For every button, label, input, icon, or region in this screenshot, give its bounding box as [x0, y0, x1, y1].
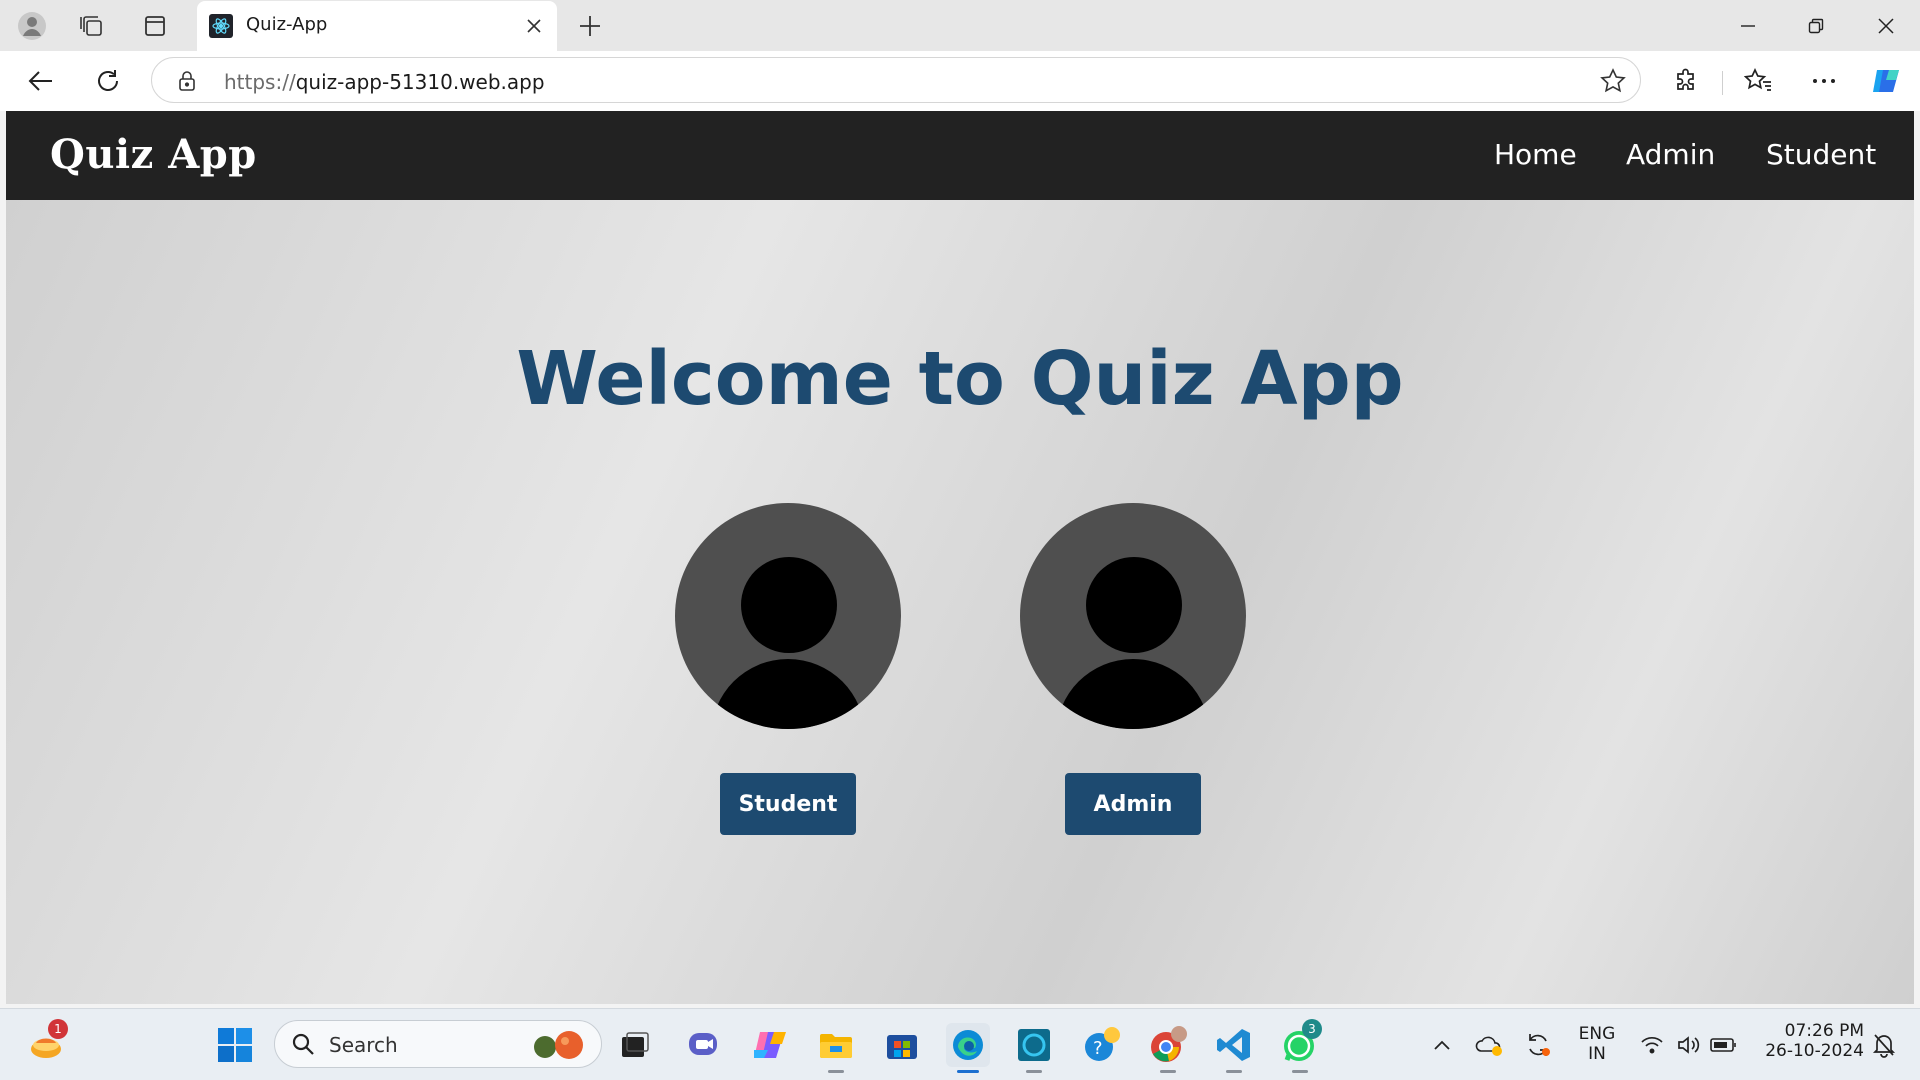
teams-chat-icon[interactable] [682, 1023, 726, 1067]
taskbar-search[interactable]: Search [274, 1020, 602, 1068]
page-title: Welcome to Quiz App [516, 336, 1404, 422]
nav-home-link[interactable]: Home [1494, 138, 1577, 171]
running-indicator [828, 1070, 844, 1073]
student-button[interactable]: Student [720, 773, 856, 835]
onedrive-icon[interactable] [1468, 1023, 1512, 1067]
vertical-tabs-icon[interactable] [137, 8, 173, 44]
avatar-body [1056, 659, 1210, 729]
sync-icon[interactable] [1516, 1023, 1560, 1067]
extensions-icon[interactable] [1668, 63, 1704, 99]
refresh-icon[interactable] [90, 63, 126, 99]
minimize-icon[interactable] [1728, 8, 1768, 44]
running-indicator [957, 1070, 979, 1073]
clock-date: 26-10-2024 [1765, 1041, 1864, 1061]
app-brand[interactable]: Quiz App [50, 131, 257, 178]
browser-tab-strip: Quiz-App [0, 0, 1920, 51]
avatar-head [741, 557, 837, 653]
admin-avatar [1020, 503, 1246, 729]
page-viewport: Quiz App Home Admin Student Welcome to Q… [6, 111, 1914, 1004]
search-placeholder: Search [329, 1033, 398, 1057]
alexa-icon[interactable] [1012, 1023, 1056, 1073]
running-indicator [1160, 1070, 1176, 1073]
nav-student-link[interactable]: Student [1766, 138, 1876, 171]
clock-time: 07:26 PM [1784, 1021, 1864, 1041]
tab-title: Quiz-App [246, 14, 328, 35]
url-text[interactable]: https://quiz-app-51310.web.app [224, 70, 545, 94]
nav-admin-link[interactable]: Admin [1626, 138, 1715, 171]
svg-text:?: ? [1093, 1038, 1103, 1059]
react-icon [209, 14, 233, 38]
windows-taskbar: 1 Search ? 3 ENG IN 07:26 PM 26-10-2024 [0, 1008, 1920, 1080]
copilot-app-icon[interactable] [748, 1023, 792, 1067]
language-code: ENG [1578, 1024, 1616, 1044]
avatar-body [711, 659, 865, 729]
whatsapp-badge: 3 [1302, 1019, 1322, 1039]
microsoft-store-icon[interactable] [880, 1023, 924, 1067]
profile-icon[interactable] [14, 8, 50, 44]
add-favorite-icon[interactable] [1600, 68, 1626, 98]
student-avatar [675, 503, 901, 729]
close-tab-icon[interactable] [520, 12, 548, 40]
start-icon[interactable] [213, 1023, 257, 1067]
new-tab-icon[interactable] [572, 8, 608, 44]
avatar-head [1086, 557, 1182, 653]
running-indicator [1026, 1070, 1042, 1073]
workspaces-icon[interactable] [74, 8, 110, 44]
running-indicator [1292, 1070, 1308, 1073]
toolbar-divider [1722, 71, 1723, 95]
search-icon [291, 1032, 315, 1060]
admin-button[interactable]: Admin [1065, 773, 1201, 835]
battery-icon[interactable] [1702, 1023, 1746, 1067]
show-hidden-icons-icon[interactable] [1420, 1023, 1464, 1067]
app-navbar: Quiz App Home Admin Student [6, 111, 1914, 200]
chrome-icon[interactable] [1146, 1023, 1190, 1073]
back-icon[interactable] [23, 63, 59, 99]
edge-icon[interactable] [946, 1023, 990, 1073]
more-options-icon[interactable] [1806, 63, 1842, 99]
vscode-icon[interactable] [1212, 1023, 1256, 1073]
url-host: quiz-app-51310.web.app [295, 70, 545, 94]
clock[interactable]: 07:26 PM 26-10-2024 [1754, 1021, 1864, 1061]
language-indicator[interactable]: ENG IN [1574, 1024, 1620, 1064]
widget-badge: 1 [48, 1019, 68, 1039]
lock-icon[interactable] [178, 70, 196, 96]
url-protocol: https:// [224, 70, 296, 94]
get-help-icon[interactable]: ? [1080, 1023, 1124, 1067]
region-code: IN [1588, 1044, 1606, 1064]
restore-icon[interactable] [1796, 8, 1836, 44]
close-window-icon[interactable] [1866, 8, 1906, 44]
favorites-icon[interactable] [1740, 63, 1776, 99]
task-view-icon[interactable] [613, 1023, 657, 1067]
copilot-icon[interactable] [1868, 63, 1904, 99]
notifications-icon[interactable] [1862, 1023, 1906, 1067]
file-explorer-icon[interactable] [814, 1023, 858, 1073]
address-bar[interactable]: https://quiz-app-51310.web.app [151, 57, 1641, 103]
search-highlight-icon [527, 1029, 591, 1065]
running-indicator [1226, 1070, 1242, 1073]
browser-toolbar: https://quiz-app-51310.web.app [0, 51, 1920, 111]
